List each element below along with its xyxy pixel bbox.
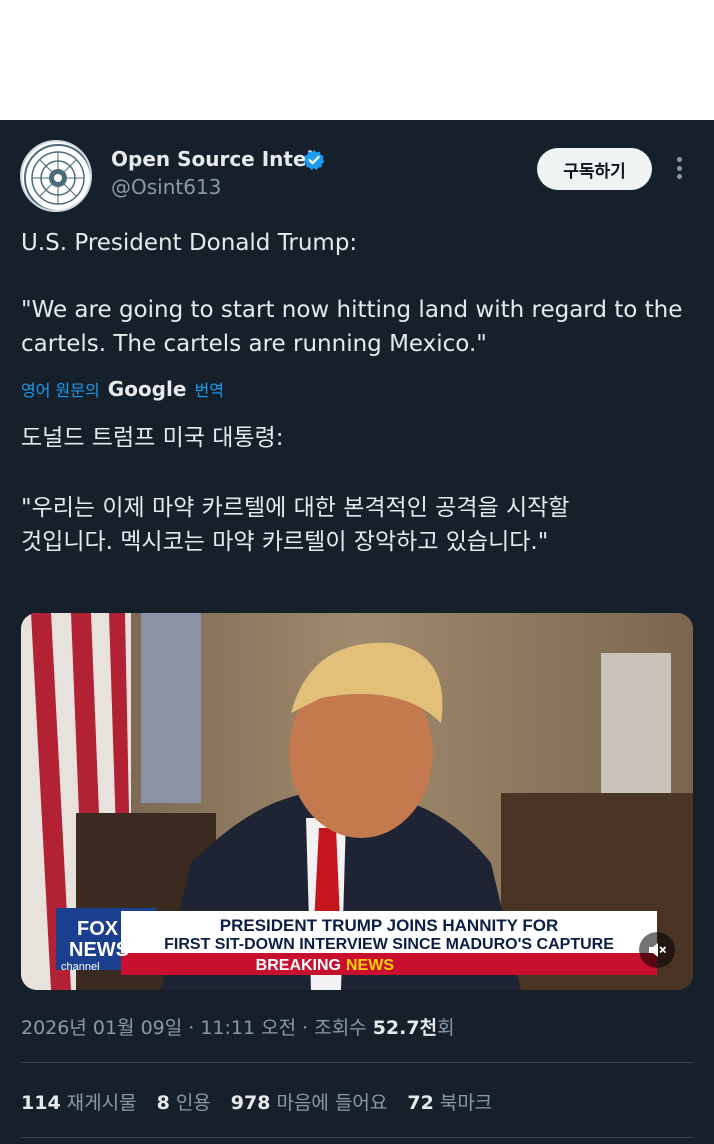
- fox-logo-bottom: channel: [61, 961, 100, 973]
- fox-logo-mid: NEWS: [69, 939, 129, 961]
- google-logo-text: Google: [107, 377, 187, 401]
- video-player[interactable]: FOX NEWS channel PRESIDENT TRUMP JOINS H…: [21, 613, 693, 990]
- bookmarks-stat[interactable]: 72 북마크: [407, 1088, 492, 1115]
- engagement-stats: 114 재게시물 8 인용 978 마음에 들어요 72 북마크: [21, 1088, 492, 1115]
- subscribe-button[interactable]: 구독하기: [537, 148, 652, 190]
- translation-suffix: 번역: [194, 381, 224, 400]
- view-count-suffix: 회: [437, 1017, 455, 1039]
- author-name[interactable]: Open Source Intel: [111, 147, 313, 171]
- divider: [21, 1062, 693, 1063]
- verified-badge-icon: [303, 149, 325, 171]
- view-count: 52.7천: [372, 1017, 438, 1039]
- author-handle[interactable]: @Osint613: [111, 175, 221, 199]
- tweet-text-korean-heading: 도널드 트럼프 미국 대통령:: [21, 425, 284, 451]
- news-label: NEWS: [346, 957, 394, 974]
- avatar[interactable]: [20, 140, 92, 212]
- breaking-label: BREAKING: [256, 957, 341, 974]
- more-options-icon[interactable]: [664, 152, 694, 184]
- quotes-label: 인용: [175, 1092, 211, 1114]
- bookmarks-count: 72: [407, 1092, 434, 1114]
- tweet-text-korean-quote: "우리는 이제 마약 카르텔에 대한 본격적인 공격을 시작할 것입니다. 멕시…: [21, 495, 570, 555]
- quotes-count: 8: [156, 1092, 170, 1114]
- reposts-label: 재게시물: [66, 1092, 137, 1114]
- mute-icon[interactable]: [639, 932, 675, 968]
- quotes-stat[interactable]: 8 인용: [157, 1088, 211, 1115]
- likes-stat[interactable]: 978 마음에 들어요: [231, 1088, 388, 1115]
- divider: [21, 1137, 693, 1138]
- likes-count: 978: [230, 1092, 271, 1114]
- top-blank-area: [0, 0, 714, 120]
- translation-attribution-link[interactable]: 영어 원문의 Google 번역: [21, 377, 224, 401]
- translation-prefix: 영어 원문의: [21, 381, 100, 400]
- tweet-timestamp[interactable]: 2026년 01월 09일 · 11:11 오전 · 조회수: [21, 1017, 373, 1039]
- likes-label: 마음에 들어요: [276, 1092, 388, 1114]
- tweet-text-english-heading: U.S. President Donald Trump:: [21, 230, 358, 256]
- chyron-line1: PRESIDENT TRUMP JOINS HANNITY FOR: [220, 916, 558, 935]
- reposts-count: 114: [21, 1092, 61, 1114]
- bookmarks-label: 북마크: [439, 1092, 493, 1114]
- tweet-text-english-quote: "We are going to start now hitting land …: [21, 297, 683, 357]
- fox-logo-top: FOX: [77, 918, 119, 940]
- tweet-timestamp-views: 2026년 01월 09일 · 11:11 오전 · 조회수 52.7천회: [21, 1013, 455, 1040]
- reposts-stat[interactable]: 114 재게시물: [21, 1088, 137, 1115]
- video-frame: FOX NEWS channel PRESIDENT TRUMP JOINS H…: [21, 613, 693, 990]
- chyron-line2: FIRST SIT-DOWN INTERVIEW SINCE MADURO'S …: [164, 936, 614, 953]
